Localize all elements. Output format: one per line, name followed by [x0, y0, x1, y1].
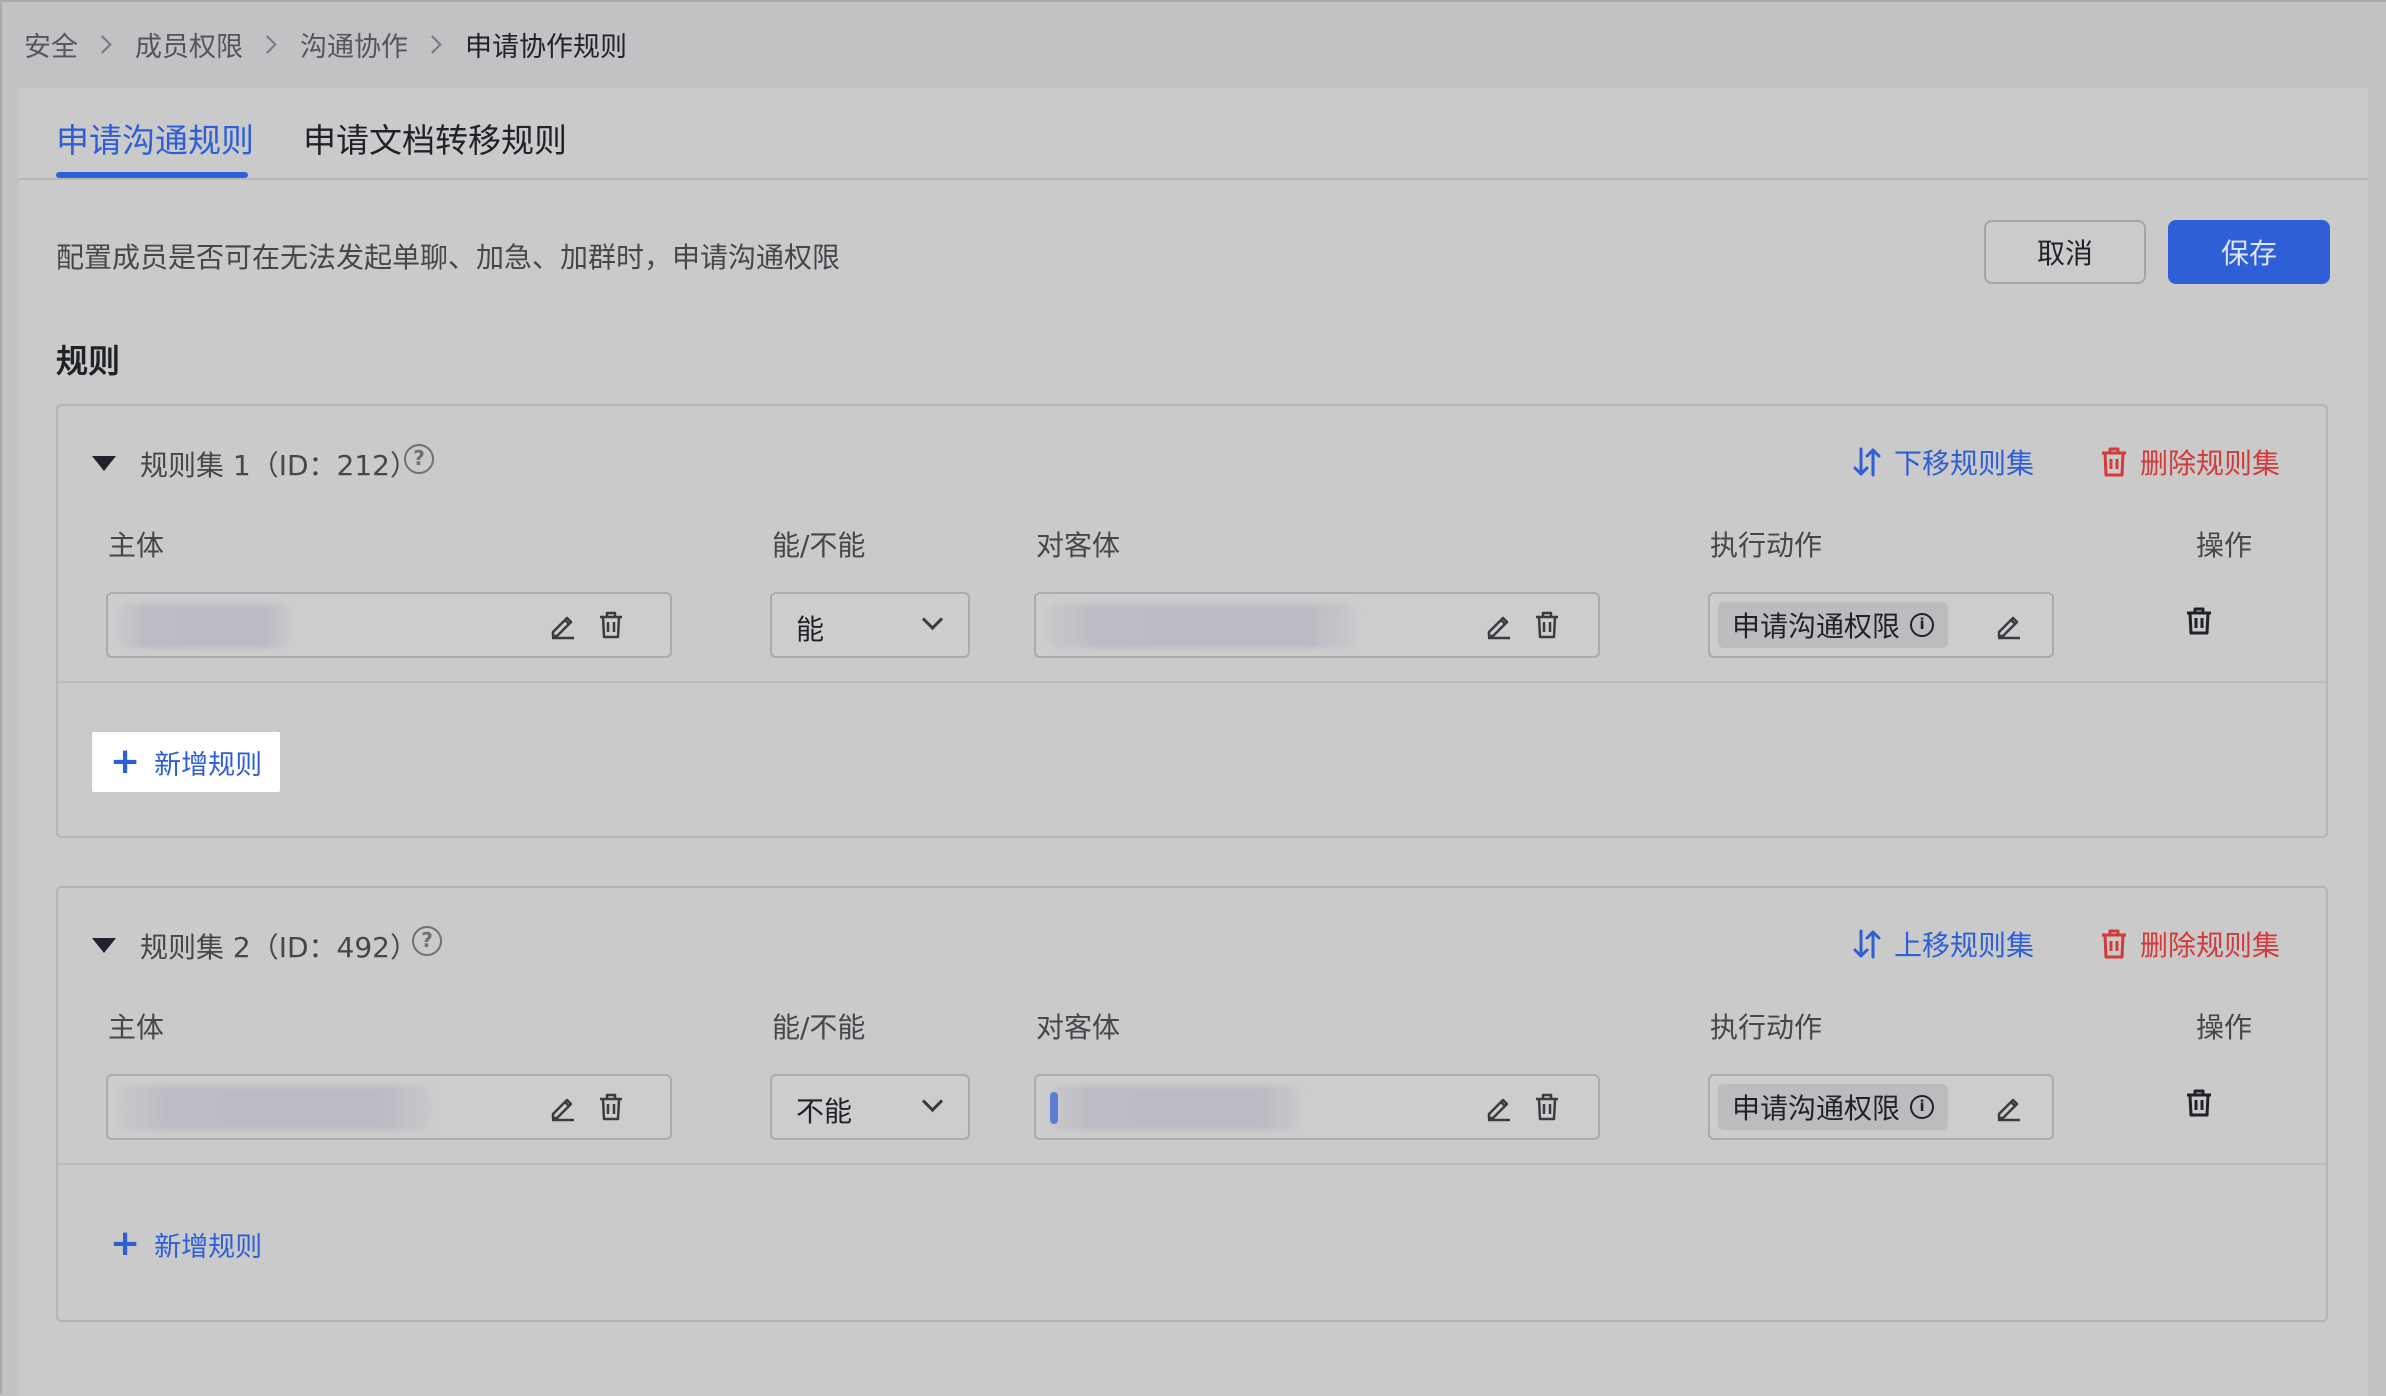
- breadcrumb-item-communication[interactable]: 沟通协作: [300, 25, 408, 64]
- action-tag-label: 申请沟通权限: [1732, 1092, 1901, 1125]
- column-header-subject: 主体: [108, 529, 165, 562]
- breadcrumb: 安全 成员权限 沟通协作 申请协作规则: [24, 24, 627, 64]
- plus-icon: +: [110, 1223, 141, 1264]
- page-description: 配置成员是否可在无法发起单聊、加急、加群时，申请沟通权限: [56, 241, 841, 274]
- column-header-subject: 主体: [108, 1011, 165, 1044]
- subject-field[interactable]: [106, 1074, 672, 1140]
- chevron-right-icon: [93, 34, 112, 54]
- chevron-down-icon: [921, 1090, 944, 1113]
- action-tag: 申请沟通权限 i: [1718, 602, 1949, 648]
- save-button[interactable]: 保存: [2168, 220, 2330, 284]
- chevron-right-icon: [423, 34, 442, 54]
- help-icon[interactable]: ?: [412, 926, 442, 956]
- add-rule-label: 新增规则: [154, 1231, 263, 1263]
- main-panel: 申请沟通规则 申请文档转移规则 配置成员是否可在无法发起单聊、加急、加群时，申请…: [18, 88, 2368, 1396]
- ruleset-header: 规则集 2（ID：492） ? 上移规则集 删除规则集: [58, 888, 2326, 968]
- help-icon[interactable]: ?: [404, 444, 434, 474]
- info-icon[interactable]: i: [1910, 613, 1935, 637]
- edit-icon[interactable]: [1484, 1092, 1514, 1122]
- object-field[interactable]: [1034, 592, 1600, 658]
- delete-ruleset-label: 删除规则集: [2140, 447, 2281, 480]
- column-header-operation: 操作: [2196, 529, 2253, 562]
- section-title: 规则: [56, 342, 121, 380]
- object-avatar-edge: [1050, 1092, 1058, 1124]
- action-tag-label: 申请沟通权限: [1732, 610, 1901, 643]
- can-select-value: 不能: [796, 1095, 853, 1128]
- collapse-caret-icon[interactable]: [92, 456, 116, 471]
- column-header-object: 对客体: [1036, 1011, 1121, 1044]
- ruleset-1: 规则集 1（ID：212） ? 下移规则集 删除规则集 主体 能/不能 对客体 …: [56, 404, 2328, 838]
- edit-icon[interactable]: [1994, 1092, 2024, 1122]
- ruleset-header: 规则集 1（ID：212） ? 下移规则集 删除规则集: [58, 406, 2326, 486]
- info-icon[interactable]: i: [1910, 1095, 1935, 1119]
- ruleset-title: 规则集 2（ID：492）: [140, 931, 418, 964]
- redacted-object: [1046, 604, 1356, 648]
- column-header-action: 执行动作: [1710, 529, 1823, 562]
- move-ruleset-label: 上移规则集: [1894, 929, 2035, 962]
- add-rule-button[interactable]: + 新增规则: [92, 1214, 280, 1274]
- move-ruleset-label: 下移规则集: [1894, 447, 2035, 480]
- breadcrumb-item-member-permissions[interactable]: 成员权限: [135, 25, 243, 64]
- delete-ruleset-button[interactable]: 删除规则集: [2100, 442, 2280, 482]
- chevron-right-icon: [258, 34, 277, 54]
- delete-ruleset-label: 删除规则集: [2140, 929, 2281, 962]
- trash-icon[interactable]: [596, 610, 626, 640]
- row-divider: [58, 681, 2326, 683]
- trash-icon[interactable]: [1532, 1092, 1562, 1122]
- action-field[interactable]: 申请沟通权限 i: [1708, 1074, 2054, 1140]
- collapse-caret-icon[interactable]: [92, 938, 116, 953]
- breadcrumb-item-security[interactable]: 安全: [24, 25, 78, 64]
- plus-icon: +: [110, 741, 141, 782]
- redacted-subject: [118, 1086, 432, 1130]
- move-up-ruleset-button[interactable]: 上移规则集: [1852, 924, 2034, 964]
- active-tab-indicator: [56, 172, 248, 178]
- move-down-ruleset-button[interactable]: 下移规则集: [1852, 442, 2034, 482]
- trash-icon[interactable]: [596, 1092, 626, 1122]
- redacted-object: [1048, 1086, 1300, 1130]
- subject-field[interactable]: [106, 592, 672, 658]
- column-header-operation: 操作: [2196, 1011, 2253, 1044]
- column-header-can: 能/不能: [772, 529, 866, 562]
- can-select[interactable]: 能: [770, 592, 970, 658]
- delete-rule-icon[interactable]: [2184, 1088, 2214, 1118]
- edit-icon[interactable]: [1484, 610, 1514, 640]
- delete-ruleset-button[interactable]: 删除规则集: [2100, 924, 2280, 964]
- page: 安全 成员权限 沟通协作 申请协作规则 申请沟通规则 申请文档转移规则 配置成员…: [0, 0, 2386, 1396]
- tab-communication-rules[interactable]: 申请沟通规则: [56, 114, 254, 162]
- sort-arrows-icon: [1853, 447, 1881, 477]
- action-tag: 申请沟通权限 i: [1718, 1084, 1949, 1130]
- add-rule-label: 新增规则: [154, 749, 263, 781]
- trash-icon: [2102, 929, 2126, 959]
- tab-bar: 申请沟通规则 申请文档转移规则: [18, 88, 2368, 180]
- trash-icon[interactable]: [1532, 610, 1562, 640]
- column-header-can: 能/不能: [772, 1011, 866, 1044]
- can-select[interactable]: 不能: [770, 1074, 970, 1140]
- chevron-down-icon: [921, 608, 944, 631]
- edit-icon[interactable]: [1994, 610, 2024, 640]
- row-divider: [58, 1163, 2326, 1165]
- action-field[interactable]: 申请沟通权限 i: [1708, 592, 2054, 658]
- breadcrumb-item-current: 申请协作规则: [465, 31, 627, 63]
- tab-document-transfer-rules[interactable]: 申请文档转移规则: [303, 114, 567, 162]
- ruleset-title: 规则集 1（ID：212）: [140, 449, 418, 482]
- trash-icon: [2102, 447, 2126, 477]
- add-rule-button[interactable]: + 新增规则: [92, 732, 281, 792]
- delete-rule-icon[interactable]: [2184, 606, 2214, 636]
- redacted-subject: [118, 604, 290, 648]
- object-field[interactable]: [1034, 1074, 1600, 1140]
- column-header-object: 对客体: [1036, 529, 1121, 562]
- ruleset-2: 规则集 2（ID：492） ? 上移规则集 删除规则集 主体 能/不能 对客体 …: [56, 886, 2328, 1322]
- column-header-action: 执行动作: [1710, 1011, 1823, 1044]
- edit-icon[interactable]: [548, 610, 578, 640]
- can-select-value: 能: [796, 613, 825, 646]
- edit-icon[interactable]: [548, 1092, 578, 1122]
- sort-arrows-icon: [1853, 929, 1881, 959]
- cancel-button[interactable]: 取消: [1984, 220, 2146, 284]
